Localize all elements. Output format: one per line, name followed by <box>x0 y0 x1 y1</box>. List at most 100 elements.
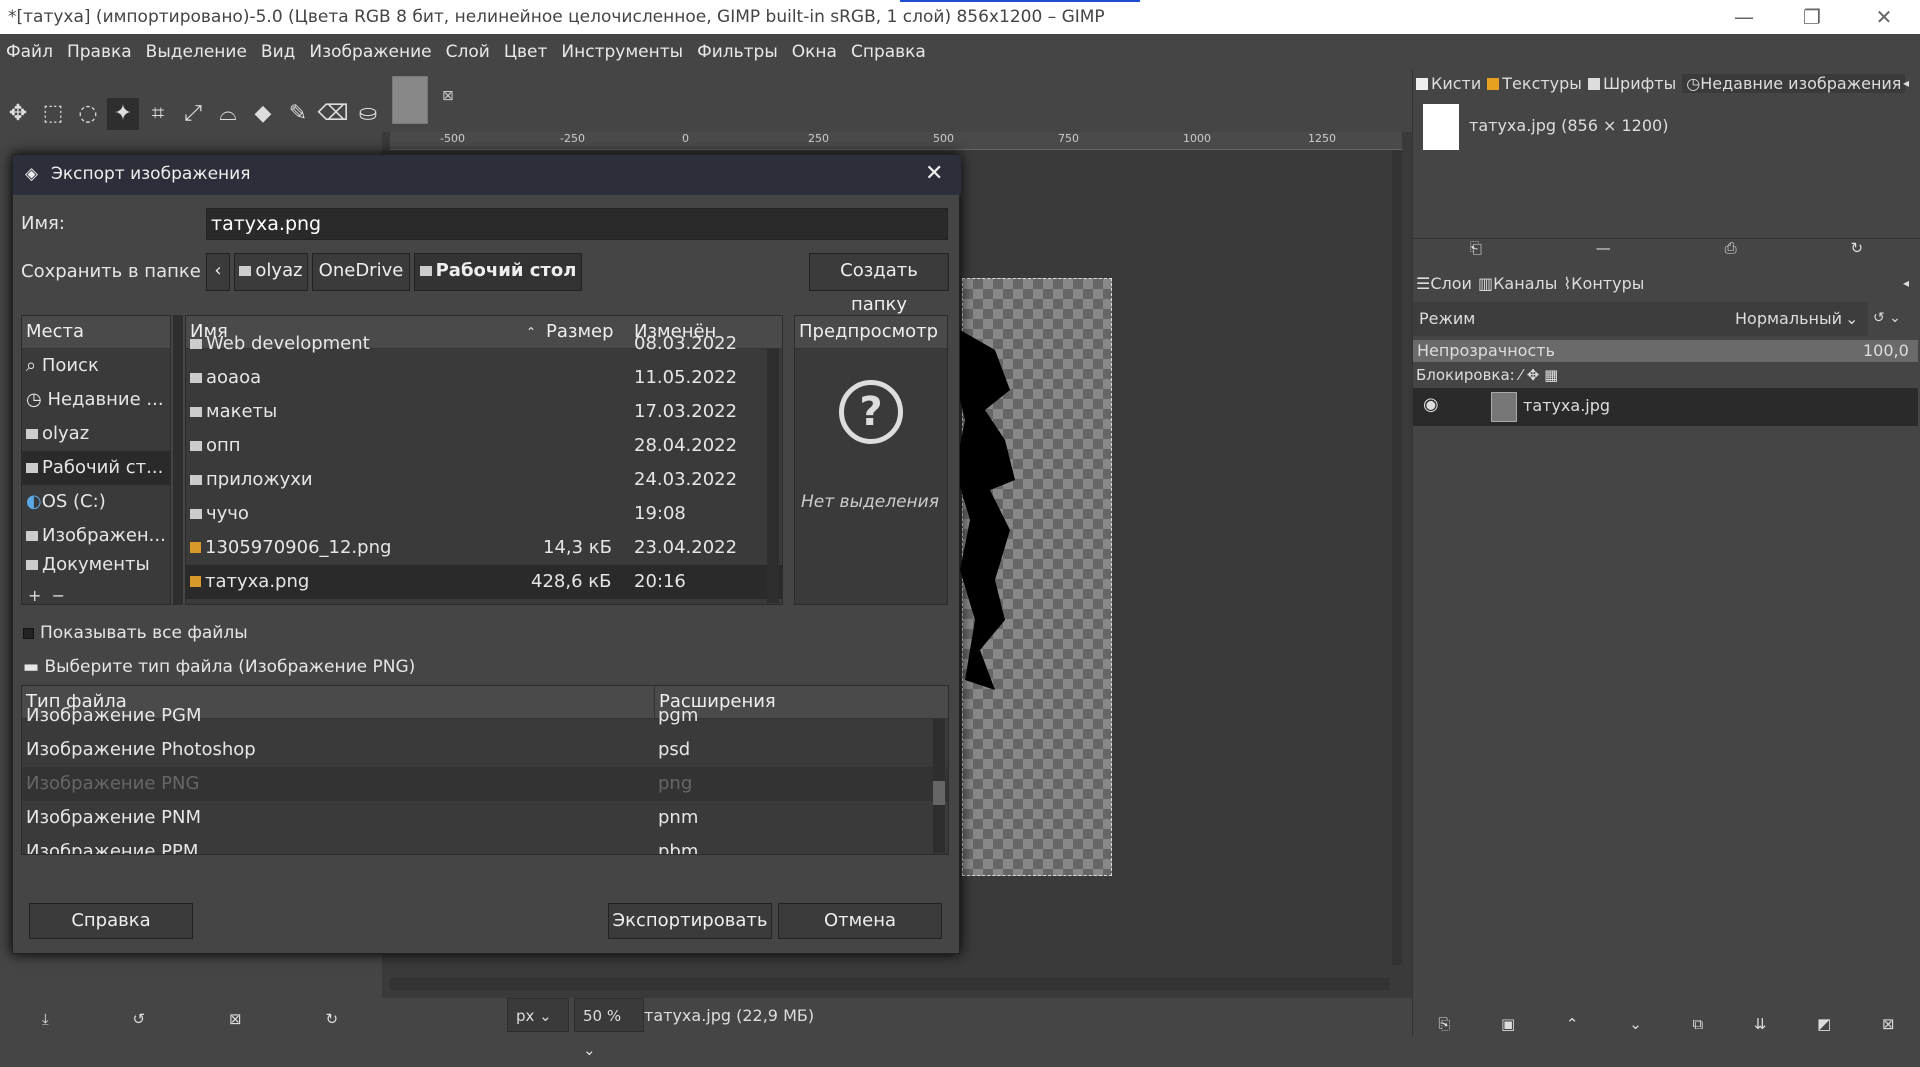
new-layer-icon[interactable]: ⎘ <box>1438 1015 1450 1033</box>
file-row[interactable]: макеты 17.03.2022 <box>186 395 782 429</box>
mask-layer-icon[interactable]: ◩ <box>1817 1015 1831 1033</box>
rect-select-tool-icon[interactable]: ⬚ <box>37 98 69 130</box>
filename-input[interactable]: татуха.png <box>206 208 948 240</box>
filetype-row-selected[interactable]: Изображение PNG png <box>22 767 948 801</box>
delete-layer-icon[interactable]: ⊠ <box>1882 1015 1895 1033</box>
paintbrush-tool-icon[interactable]: ✎ <box>282 98 314 130</box>
create-folder-button[interactable]: Создать папку <box>809 253 949 315</box>
recent-image-item[interactable]: татуха.jpg (856 × 1200) <box>1469 116 1668 135</box>
tab-layers[interactable]: ☰Слои <box>1416 274 1472 293</box>
menu-image[interactable]: Изображение <box>309 42 431 62</box>
path-segment-onedrive[interactable]: OneDrive <box>312 253 410 291</box>
lock-pixels-icon[interactable]: ⁄ <box>1520 366 1523 384</box>
raise-layer-icon[interactable]: ⌃ <box>1566 1015 1579 1033</box>
menu-select[interactable]: Выделение <box>146 42 247 62</box>
place-documents[interactable]: Документы <box>22 553 170 575</box>
opacity-slider[interactable]: Непрозрачность 100,0 <box>1413 340 1918 362</box>
dialog-close-icon[interactable]: ✕ <box>925 161 943 186</box>
crop-tool-icon[interactable]: ⌗ <box>142 98 174 130</box>
fuzzy-select-tool-icon[interactable]: ✦ <box>107 98 139 130</box>
cancel-button[interactable]: Отмена <box>778 903 942 939</box>
filetype-row[interactable]: Изображение PGM pgm <box>22 699 948 733</box>
help-button[interactable]: Справка <box>29 903 193 939</box>
horizontal-scrollbar[interactable] <box>390 978 1390 990</box>
tab-recent-images[interactable]: ◷Недавние изображения <box>1682 74 1906 93</box>
file-row[interactable]: приложухи 24.03.2022 <box>186 463 782 497</box>
filetype-row[interactable]: Изображение PPM pbm <box>22 835 948 854</box>
layers-menu-icon[interactable]: ◂ <box>1903 276 1909 290</box>
menu-file[interactable]: Файл <box>6 42 53 62</box>
show-all-files-checkbox[interactable]: Показывать все файлы <box>23 623 248 643</box>
export-button[interactable]: Экспортировать <box>608 903 772 939</box>
place-search[interactable]: ⌕ Поиск <box>22 349 170 383</box>
bucket-fill-tool-icon[interactable]: ◆ <box>247 98 279 130</box>
menu-tools[interactable]: Инструменты <box>561 42 683 62</box>
lower-layer-icon[interactable]: ⌄ <box>1629 1015 1642 1033</box>
reset-options-icon[interactable]: ↻ <box>325 1010 338 1028</box>
file-row[interactable]: опп 28.04.2022 <box>186 429 782 463</box>
eye-icon[interactable]: ◉ <box>1423 394 1439 415</box>
filetype-row[interactable]: Изображение PNM pnm <box>22 801 948 835</box>
remove-entry-icon[interactable]: — <box>1596 239 1611 260</box>
tab-brushes[interactable]: Кисти <box>1416 74 1481 93</box>
place-home[interactable]: olyaz <box>22 417 170 451</box>
eraser-tool-icon[interactable]: ⌫ <box>317 98 349 130</box>
path-back-button[interactable]: ‹ <box>206 253 230 291</box>
menu-color[interactable]: Цвет <box>504 42 548 62</box>
add-place-icon[interactable]: + <box>28 586 41 605</box>
new-group-icon[interactable]: ▣ <box>1501 1015 1515 1033</box>
path-segment-olyaz[interactable]: olyaz <box>234 253 308 291</box>
clone-tool-icon[interactable]: ⛀ <box>352 98 384 130</box>
maximize-button[interactable]: ❐ <box>1792 4 1832 30</box>
tab-fonts[interactable]: Шрифты <box>1587 74 1676 93</box>
transform-tool-icon[interactable]: ⤢ <box>177 98 209 130</box>
close-image-tab-icon[interactable]: ⊠ <box>442 88 454 104</box>
tab-channels[interactable]: ▥Каналы <box>1478 274 1557 293</box>
lasso-tool-icon[interactable]: ◌ <box>72 98 104 130</box>
warp-tool-icon[interactable]: ⌓ <box>212 98 244 130</box>
tab-patterns[interactable]: Текстуры <box>1487 74 1582 93</box>
filetype-scrollbar[interactable] <box>933 719 945 853</box>
mode-reset-icon[interactable]: ↺ ⌄ <box>1873 310 1901 326</box>
open-image-icon[interactable]: ⎗ <box>1470 239 1482 260</box>
mode-row[interactable]: Режим Нормальный ⌄ <box>1413 302 1868 336</box>
print-icon[interactable]: ⎙ <box>1725 239 1737 260</box>
filetype-row[interactable]: Изображение Photoshop psd <box>22 733 948 767</box>
places-scrollbar[interactable] <box>173 315 183 605</box>
file-row[interactable]: Web development 08.03.2022 <box>186 327 782 361</box>
remove-place-icon[interactable]: − <box>52 586 65 605</box>
zoom-select[interactable]: 50 % ⌄ <box>574 998 644 1059</box>
recent-image-thumbnail[interactable] <box>1423 104 1459 150</box>
close-window-button[interactable]: ✕ <box>1864 4 1904 30</box>
file-row[interactable]: чучо 19:08 <box>186 497 782 531</box>
path-segment-desktop[interactable]: Рабочий стол <box>414 253 582 291</box>
menu-windows[interactable]: Окна <box>792 42 837 62</box>
image-thumbnail-tab[interactable] <box>392 76 428 124</box>
merge-layer-icon[interactable]: ⇊ <box>1754 1015 1767 1033</box>
save-options-icon[interactable]: ⤓ <box>42 1010 49 1028</box>
menu-help[interactable]: Справка <box>851 42 926 62</box>
lock-alpha-icon[interactable]: ▦ <box>1544 366 1558 384</box>
menu-layer[interactable]: Слой <box>446 42 490 62</box>
lock-position-icon[interactable]: ✥ <box>1527 366 1540 384</box>
menu-filters[interactable]: Фильтры <box>697 42 778 62</box>
file-row[interactable]: 1305970906_12.png 14,3 кБ 23.04.2022 <box>186 531 782 565</box>
restore-options-icon[interactable]: ↺ <box>133 1010 146 1028</box>
refresh-icon[interactable]: ↻ <box>1850 239 1863 260</box>
tab-paths[interactable]: ⌇Контуры <box>1563 274 1644 293</box>
place-recent[interactable]: ◷ Недавние ... <box>22 383 170 417</box>
minimize-button[interactable]: — <box>1724 4 1764 30</box>
place-drive-c[interactable]: ◐OS (C:) <box>22 485 170 519</box>
file-list-scrollbar[interactable] <box>767 349 779 603</box>
delete-options-icon[interactable]: ⊠ <box>229 1010 242 1028</box>
layer-row[interactable]: ◉ татуха.jpg <box>1413 388 1918 426</box>
unit-select[interactable]: px ⌄ <box>507 998 569 1032</box>
menu-edit[interactable]: Правка <box>67 42 132 62</box>
menu-view[interactable]: Вид <box>261 42 295 62</box>
filetype-expander[interactable]: ▬ Выберите тип файла (Изображение PNG) <box>23 657 415 677</box>
dock-menu-icon[interactable]: ◂ <box>1903 76 1909 90</box>
vertical-scrollbar[interactable] <box>1392 150 1402 965</box>
place-desktop[interactable]: Рабочий ст... <box>22 451 170 485</box>
file-row[interactable]: аоаоа 11.05.2022 <box>186 361 782 395</box>
file-row-selected[interactable]: татуха.png 428,6 кБ 20:16 <box>186 565 782 599</box>
